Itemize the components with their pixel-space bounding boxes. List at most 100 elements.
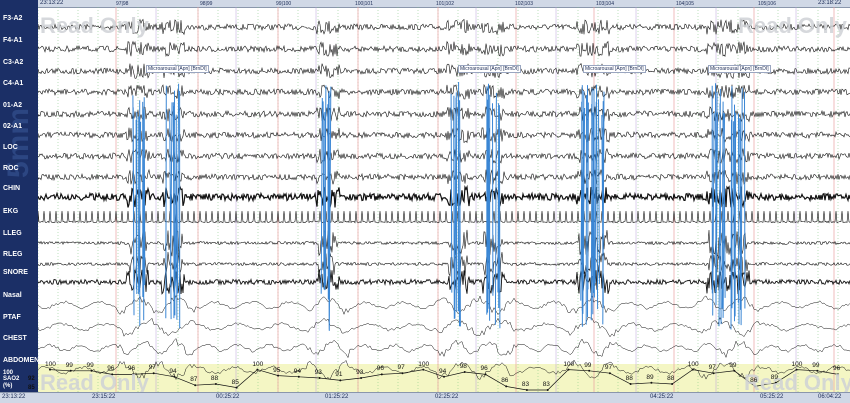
spo2-value-label: 88 — [210, 375, 219, 382]
channel-label-02-a1[interactable]: 02-A1 — [3, 123, 22, 130]
spo2-value-label: 85 — [231, 378, 239, 386]
channel-label-01-a2[interactable]: 01-A2 — [3, 102, 22, 109]
spo2-value-label: 94 — [169, 367, 177, 375]
bottom-time-label: 00:25:22 — [216, 394, 240, 400]
spo2-value-label: 83 — [521, 381, 530, 388]
spo2-value-label: 98 — [459, 363, 467, 370]
spo2-value-label: 96 — [480, 365, 488, 373]
bottom-start-time: 23:13:22 — [2, 394, 26, 400]
snore-burst — [320, 85, 332, 331]
spo2-value-label: 91 — [335, 371, 343, 379]
signal-trace-area[interactable]: Read Only Read Only Read Only Read Only … — [38, 7, 850, 395]
spo2-value-label: 93 — [314, 369, 322, 376]
signal-trace — [38, 294, 850, 316]
snore-burst — [730, 86, 746, 330]
snore-burst — [132, 95, 146, 326]
channel-label-f4-a1[interactable]: F4-A1 — [3, 37, 22, 44]
spo2-value-label: 100 — [252, 360, 264, 368]
signal-trace — [38, 83, 850, 100]
channel-label-c4-a1[interactable]: C4-A1 — [3, 80, 23, 87]
spo2-value-label: 99 — [86, 361, 94, 369]
psg-viewer: 23:13:22 97|98 98|99 99|100 100|101 101|… — [0, 0, 850, 403]
spo2-value-label: 100 — [418, 360, 430, 368]
signal-trace — [38, 127, 850, 144]
spo2-value-label: 97 — [397, 364, 405, 372]
start-time-label: 23:13:22 — [40, 0, 64, 6]
bottom-time-label: 04:25:22 — [650, 394, 674, 400]
spo2-value-label: 96 — [127, 365, 136, 373]
spo2-unit-label: (%) — [3, 383, 13, 389]
spo2-value-label: 86 — [750, 377, 758, 385]
channel-label-nasal[interactable]: Nasal — [3, 292, 22, 299]
channel-label-c3-a2[interactable]: C3-A2 — [3, 59, 23, 66]
signal-trace — [38, 106, 850, 123]
channel-label-rleg[interactable]: RLEG — [3, 251, 22, 258]
channel-label-panel: 5mm F3-A2 F4-A1 C3-A2 C4-A1 01-A2 02-A1 LOC ROC… — [0, 0, 39, 402]
spo2-value-label: 99 — [729, 361, 737, 369]
signal-trace — [38, 229, 850, 258]
snore-burst — [591, 84, 605, 325]
signal-trace — [38, 18, 850, 36]
spo2-value-label: 97 — [708, 364, 716, 372]
read-only-watermark: Read Only — [738, 13, 847, 38]
spo2-value-label: 83 — [542, 381, 550, 388]
signal-trace — [38, 251, 850, 277]
event-annotation[interactable]: Microarousal [Apn] [BrnDI] — [146, 65, 209, 73]
spo2-value-label: 97 — [604, 364, 613, 372]
spo2-value-label: 100 — [687, 360, 699, 368]
channel-label-chest[interactable]: CHEST — [3, 335, 27, 342]
end-time-label: 23:18:22 — [818, 0, 842, 6]
signal-trace — [38, 147, 850, 164]
signal-trace — [38, 40, 850, 57]
channel-label-ekg[interactable]: EKG — [3, 208, 18, 215]
channel-label-f3-a2[interactable]: F3-A2 — [3, 15, 22, 22]
spo2-value-label: 100 — [45, 360, 56, 368]
spo2-value-label: 99 — [584, 361, 592, 369]
spo2-value-label: 88 — [625, 375, 633, 382]
bottom-time-label: 02:25:22 — [435, 394, 459, 400]
spo2-value-label: 95 — [273, 366, 281, 374]
bottom-time-label: 01:25:22 — [325, 394, 349, 400]
signal-trace — [38, 316, 850, 338]
spo2-value-label: 99 — [812, 361, 820, 369]
channel-label-abdomen[interactable]: ABDOMEN — [3, 357, 39, 364]
spo2-value-label: 93 — [356, 369, 364, 376]
spo2-scale-mid: 92 — [28, 376, 35, 382]
event-annotation[interactable]: Microarousal [Apn] [BrnDI] — [583, 65, 646, 73]
spo2-value-label: 100 — [563, 360, 575, 368]
channel-label-loc[interactable]: LOC — [3, 144, 18, 151]
spo2-scale-bottom: 85 — [28, 385, 35, 391]
spo2-value-label: 96 — [833, 365, 841, 373]
signal-trace — [38, 168, 850, 185]
channel-label-lleg[interactable]: LLEG — [3, 230, 22, 237]
snore-burst — [486, 83, 501, 329]
spo2-value-label: 97 — [148, 364, 156, 372]
bottom-time-label: 23:15:22 — [92, 394, 116, 400]
event-annotation[interactable]: Microarousal [Apn] [BrnDI] — [708, 65, 771, 73]
spo2-value-label: 94 — [439, 367, 447, 375]
event-annotation[interactable]: Microarousal [Apn] [BrnDI] — [458, 65, 521, 73]
channel-label-snore[interactable]: SNORE — [3, 269, 28, 276]
spo2-value-label: 99 — [65, 361, 73, 369]
bottom-time-ruler[interactable]: 23:13:22 23:15:22 00:25:22 01:25:22 02:2… — [0, 392, 850, 403]
spo2-value-label: 94 — [293, 367, 302, 375]
channel-label-roc[interactable]: ROC — [3, 165, 19, 172]
spo2-value-label: 96 — [376, 365, 385, 373]
signal-trace — [38, 184, 850, 210]
bottom-end-time: 06:04:22 — [818, 394, 842, 400]
channel-label-ptaf[interactable]: PTAF — [3, 314, 21, 321]
spo2-value-label: 89 — [770, 373, 779, 381]
channel-label-chin[interactable]: CHIN — [3, 185, 20, 192]
spo2-value-label: 89 — [646, 373, 654, 381]
spo2-value-label: 88 — [667, 375, 675, 382]
spo2-channel-label: SAO2 — [3, 376, 20, 382]
signal-trace — [38, 337, 850, 359]
signal-trace — [38, 269, 850, 295]
signal-trace — [38, 210, 850, 224]
spo2-value-label: 96 — [107, 365, 115, 373]
bottom-time-label: 05:25:22 — [760, 394, 784, 400]
spo2-value-label: 100 — [791, 360, 803, 368]
spo2-value-label: 86 — [501, 377, 509, 385]
spo2-value-label: 87 — [190, 376, 198, 384]
read-only-watermark: Read Only — [40, 13, 149, 38]
